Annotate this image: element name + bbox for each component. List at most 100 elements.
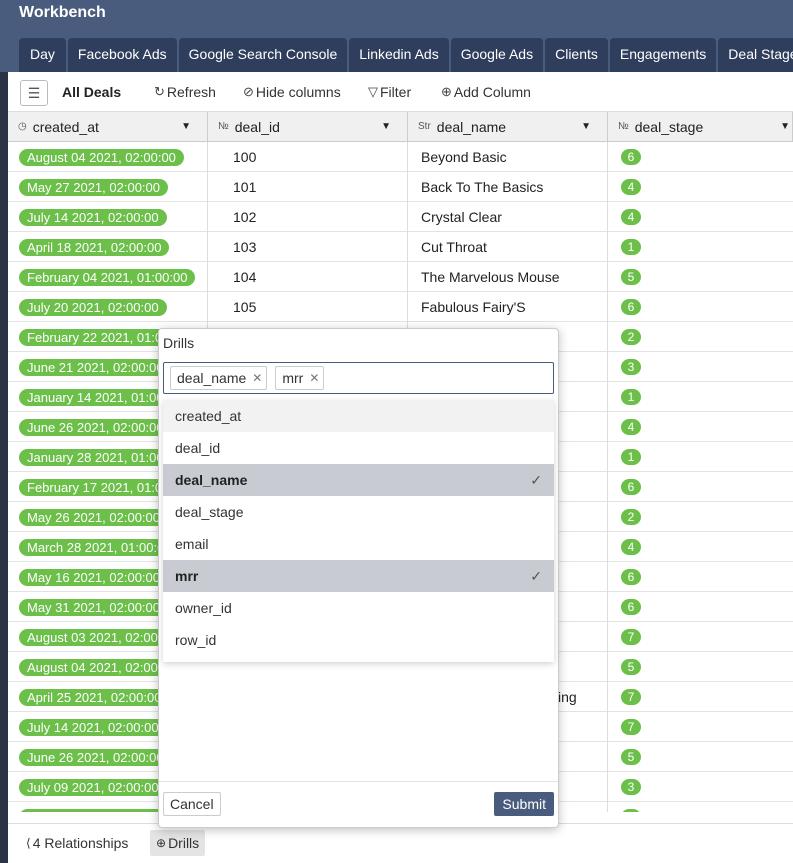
cell-deal-name[interactable]: Back To The Basics bbox=[408, 172, 608, 202]
drills-dialog: Drills deal_name ✕ mrr ✕ created_at deal_id d… bbox=[158, 328, 559, 828]
tab-google-search-console[interactable]: Google Search Console bbox=[178, 38, 348, 72]
drill-option-deal-id[interactable]: deal_id bbox=[163, 432, 554, 464]
drills-button[interactable]: ⊕ Drills bbox=[150, 830, 206, 856]
date-pill: May 27 2021, 02:00:00 bbox=[19, 178, 168, 196]
submit-button[interactable]: Submit bbox=[494, 792, 554, 816]
drill-option-email[interactable]: email bbox=[163, 528, 554, 560]
cell-created-at[interactable]: April 18 2021, 02:00:00 bbox=[8, 232, 208, 262]
cell-deal-name[interactable]: Crystal Clear bbox=[408, 202, 608, 232]
date-pill: July 09 2021, 02:00:00 bbox=[19, 778, 167, 796]
cell-deal-stage[interactable]: 4 bbox=[608, 412, 793, 442]
remove-tag-icon[interactable]: ✕ bbox=[252, 371, 262, 385]
option-label: deal_id bbox=[175, 440, 221, 456]
cell-deal-stage[interactable]: 1 bbox=[608, 382, 793, 412]
option-label: email bbox=[175, 536, 209, 552]
add-column-button[interactable]: ⊕ Add Column bbox=[441, 84, 531, 100]
cell-deal-name[interactable]: Beyond Basic bbox=[408, 142, 608, 172]
cell-deal-stage[interactable]: 4 bbox=[608, 172, 793, 202]
stage-badge: 4 bbox=[621, 209, 641, 225]
cell-deal-stage[interactable]: 6 bbox=[608, 592, 793, 622]
cell-deal-stage[interactable]: 2 bbox=[608, 322, 793, 352]
tab-day[interactable]: Day bbox=[19, 38, 66, 72]
table-row[interactable]: July 20 2021, 02:00:00 105 Fabulous Fairy'… bbox=[8, 292, 793, 322]
cell-deal-stage[interactable]: 3 bbox=[608, 352, 793, 382]
cell-deal-stage[interactable]: 1 bbox=[608, 802, 793, 812]
remove-tag-icon[interactable]: ✕ bbox=[309, 371, 319, 385]
cell-deal-id[interactable]: 105 bbox=[208, 292, 408, 322]
cell-deal-stage[interactable]: 6 bbox=[608, 472, 793, 502]
drill-option-row-id[interactable]: row_id bbox=[163, 624, 554, 656]
cell-deal-name[interactable]: The Marvelous Mouse bbox=[408, 262, 608, 292]
tab-clients[interactable]: Clients bbox=[545, 38, 608, 72]
cancel-button[interactable]: Cancel bbox=[163, 792, 221, 816]
cell-deal-stage[interactable]: 6 bbox=[608, 292, 793, 322]
date-pill: June 21 2021, 02:00:00 bbox=[19, 358, 172, 376]
tab-linkedin-ads[interactable]: Linkedin Ads bbox=[349, 38, 449, 72]
cell-created-at[interactable]: February 04 2021, 01:00:00 bbox=[8, 262, 208, 292]
column-header-deal-id[interactable]: № deal_id ▼ bbox=[208, 112, 408, 142]
cell-deal-name[interactable]: Fabulous Fairy'S bbox=[408, 292, 608, 322]
tab-deal-stage[interactable]: Deal Stage bbox=[718, 38, 793, 72]
date-pill: May 26 2021, 02:00:00 bbox=[19, 508, 168, 526]
cell-deal-id[interactable]: 102 bbox=[208, 202, 408, 232]
cell-created-at[interactable]: July 20 2021, 02:00:00 bbox=[8, 292, 208, 322]
filter-button[interactable]: ▽ Filter bbox=[368, 84, 411, 100]
cell-deal-id[interactable]: 100 bbox=[208, 142, 408, 172]
column-header-created-at[interactable]: ◷ created_at ▼ bbox=[8, 112, 208, 142]
cell-deal-stage[interactable]: 3 bbox=[608, 772, 793, 802]
caret-down-icon[interactable]: ▼ bbox=[181, 121, 191, 132]
cell-deal-stage[interactable]: 5 bbox=[608, 652, 793, 682]
cell-deal-stage[interactable]: 5 bbox=[608, 742, 793, 772]
table-row[interactable]: July 14 2021, 02:00:00 102 Crystal Clear 4 bbox=[8, 202, 793, 232]
cell-deal-stage[interactable]: 6 bbox=[608, 142, 793, 172]
caret-down-icon[interactable]: ▼ bbox=[780, 121, 790, 132]
relationships-button[interactable]: ⟨ 4 Relationships bbox=[20, 830, 134, 856]
selected-tag: deal_name ✕ bbox=[170, 366, 268, 390]
title-bar: Workbench Day Facebook Ads Google Search C… bbox=[0, 0, 793, 72]
cell-deal-id[interactable]: 104 bbox=[208, 262, 408, 292]
cell-deal-stage[interactable]: 7 bbox=[608, 622, 793, 652]
cell-deal-stage[interactable]: 6 bbox=[608, 562, 793, 592]
stage-badge: 5 bbox=[621, 269, 641, 285]
refresh-button[interactable]: ↻ Refresh bbox=[154, 84, 216, 100]
stage-badge: 1 bbox=[621, 389, 641, 405]
table-row[interactable]: May 27 2021, 02:00:00 101 Back To The Basi… bbox=[8, 172, 793, 202]
drill-option-deal-name[interactable]: deal_name ✓ bbox=[163, 464, 554, 496]
cell-deal-stage[interactable]: 7 bbox=[608, 682, 793, 712]
table-row[interactable]: February 04 2021, 01:00:00 104 The Marvelo… bbox=[8, 262, 793, 292]
column-header-deal-name[interactable]: Str deal_name ▼ bbox=[408, 112, 608, 142]
tab-engagements[interactable]: Engagements bbox=[609, 38, 717, 72]
cell-deal-name[interactable]: Cut Throat bbox=[408, 232, 608, 262]
drill-option-owner-id[interactable]: owner_id bbox=[163, 592, 554, 624]
table-row[interactable]: August 04 2021, 02:00:00 100 Beyond Basic 6 bbox=[8, 142, 793, 172]
cell-created-at[interactable]: July 14 2021, 02:00:00 bbox=[8, 202, 208, 232]
tab-google-ads[interactable]: Google Ads bbox=[450, 38, 544, 72]
cell-deal-stage[interactable]: 4 bbox=[608, 532, 793, 562]
hide-columns-button[interactable]: ⊘ Hide columns bbox=[243, 84, 341, 100]
cell-deal-id[interactable]: 103 bbox=[208, 232, 408, 262]
caret-down-icon[interactable]: ▼ bbox=[581, 121, 591, 132]
drill-option-mrr[interactable]: mrr ✓ bbox=[163, 560, 554, 592]
cell-deal-stage[interactable]: 1 bbox=[608, 442, 793, 472]
drill-option-created-at[interactable]: created_at bbox=[163, 400, 554, 432]
string-type-icon: Str bbox=[418, 121, 431, 132]
option-label: deal_name bbox=[175, 472, 248, 488]
stage-badge: 5 bbox=[621, 659, 641, 675]
column-header-deal-stage[interactable]: № deal_stage ▼ bbox=[608, 112, 793, 142]
stage-badge: 6 bbox=[621, 299, 641, 315]
drill-option-deal-stage[interactable]: deal_stage bbox=[163, 496, 554, 528]
cell-deal-stage[interactable]: 4 bbox=[608, 202, 793, 232]
cell-created-at[interactable]: May 27 2021, 02:00:00 bbox=[8, 172, 208, 202]
drills-multiselect[interactable]: deal_name ✕ mrr ✕ bbox=[163, 362, 554, 394]
cell-deal-stage[interactable]: 7 bbox=[608, 712, 793, 742]
menu-list-icon[interactable]: ☰ bbox=[20, 80, 48, 106]
tab-facebook-ads[interactable]: Facebook Ads bbox=[67, 38, 177, 72]
option-label: mrr bbox=[175, 568, 199, 584]
cell-deal-id[interactable]: 101 bbox=[208, 172, 408, 202]
cell-created-at[interactable]: August 04 2021, 02:00:00 bbox=[8, 142, 208, 172]
cell-deal-stage[interactable]: 2 bbox=[608, 502, 793, 532]
cell-deal-stage[interactable]: 1 bbox=[608, 232, 793, 262]
table-row[interactable]: April 18 2021, 02:00:00 103 Cut Throat 1 bbox=[8, 232, 793, 262]
cell-deal-stage[interactable]: 5 bbox=[608, 262, 793, 292]
caret-down-icon[interactable]: ▼ bbox=[381, 121, 391, 132]
